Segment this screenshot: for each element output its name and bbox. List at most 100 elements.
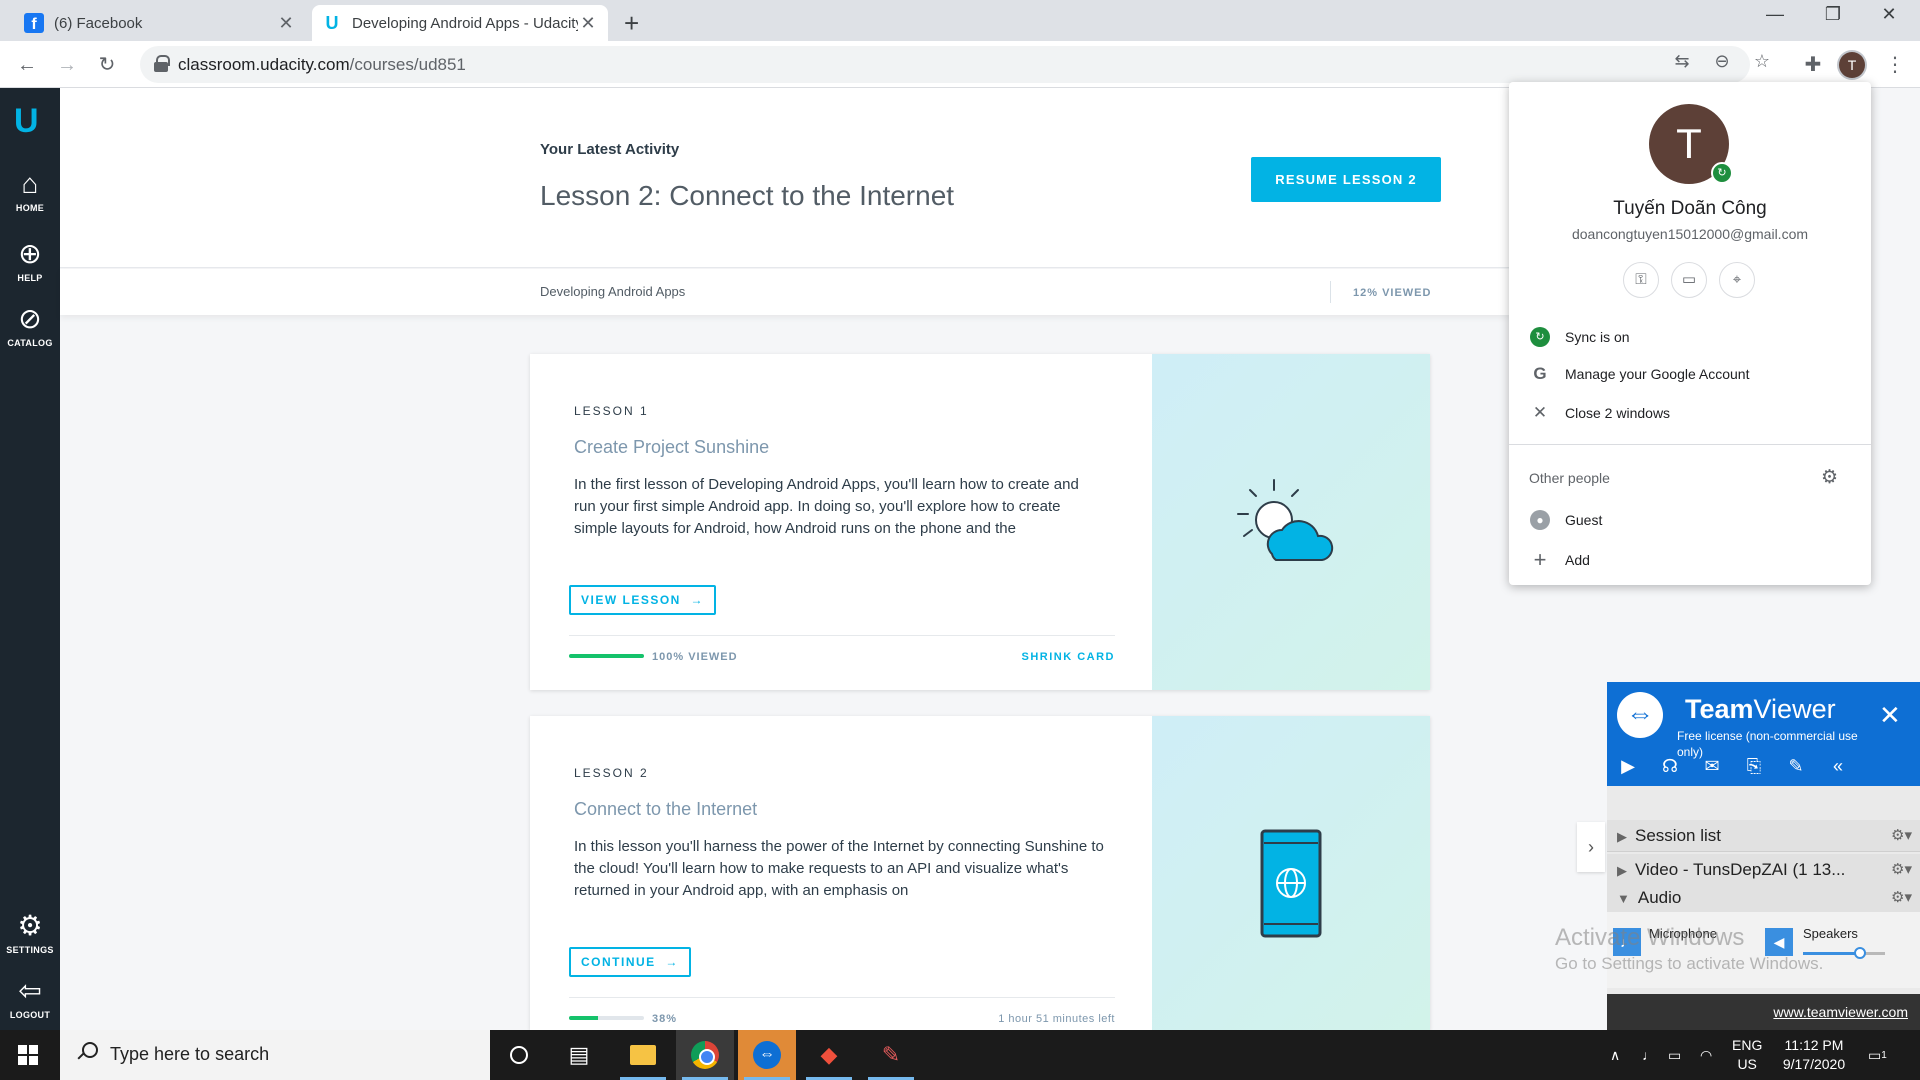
headset-icon[interactable]: ☊: [1659, 756, 1681, 777]
video-camera-icon[interactable]: ▶: [1617, 756, 1639, 777]
windows-start-icon[interactable]: [18, 1045, 38, 1065]
guest-profile-item[interactable]: ● Guest: [1529, 509, 1602, 531]
teamviewer-taskbar-icon[interactable]: ⇔: [738, 1030, 796, 1080]
url-text[interactable]: classroom.udacity.com/courses/ud851: [178, 55, 466, 75]
time-left-text: 1 hour 51 minutes left: [998, 1013, 1115, 1025]
browser-toolbar: ← → ↻ classroom.udacity.com/courses/ud85…: [0, 41, 1920, 88]
notification-count: 1: [1881, 1049, 1887, 1061]
expand-triangle-icon: ▶: [1617, 829, 1627, 844]
clock-time: 11:12 PM: [1784, 1037, 1844, 1053]
bookmark-star-icon[interactable]: ☆: [1748, 51, 1776, 72]
slider-knob[interactable]: [1854, 947, 1867, 959]
translate-icon[interactable]: ⇆: [1668, 51, 1696, 72]
back-icon[interactable]: ←: [12, 50, 42, 80]
lesson-number: LESSON 1: [574, 404, 649, 418]
close-windows-item[interactable]: ✕ Close 2 windows: [1529, 402, 1670, 424]
extensions-puzzle-icon[interactable]: ✚: [1798, 50, 1828, 80]
session-list-row[interactable]: ▶ Session list ⚙▾: [1607, 820, 1920, 852]
lesson-number: LESSON 2: [574, 766, 649, 780]
show-hidden-icons[interactable]: ∧: [1610, 1030, 1620, 1080]
nav-label: HOME: [15, 203, 45, 213]
maximize-icon[interactable]: ❐: [1810, 4, 1856, 25]
course-bar: Developing Android Apps 12% VIEWED: [60, 269, 1510, 315]
close-tab-icon[interactable]: ✕: [578, 13, 598, 34]
task-view-icon[interactable]: ▤: [550, 1030, 608, 1080]
chat-icon[interactable]: ✉: [1701, 756, 1723, 777]
udacity-left-nav: U ⌂ HOME ⊕ HELP ⊘ CATALOG ⚙ SETTINGS ⇦ L…: [0, 88, 60, 1030]
forward-icon[interactable]: →: [52, 50, 82, 80]
udacity-icon: U: [325, 12, 339, 33]
sync-status-item[interactable]: ↻ Sync is on: [1529, 326, 1630, 348]
lesson-illustration: [1152, 716, 1430, 1030]
input-language-indicator[interactable]: ENG US: [1732, 1036, 1762, 1074]
chrome-icon[interactable]: [676, 1030, 734, 1080]
microphone-tray-icon[interactable]: ♩: [1642, 1030, 1656, 1080]
continue-button[interactable]: CONTINUE →: [569, 947, 691, 977]
shrink-card-link[interactable]: SHRINK CARD: [1022, 651, 1116, 663]
teamviewer-header: TeamViewer Free license (non-commercial …: [1607, 682, 1920, 786]
close-icon[interactable]: ✕: [1879, 700, 1901, 731]
profile-avatar-button[interactable]: T: [1839, 52, 1865, 78]
nav-catalog[interactable]: ⊘ CATALOG: [0, 303, 60, 348]
notifications-icon[interactable]: ▭ 1: [1868, 1030, 1887, 1080]
row-label: Video - TunsDepZAI (1 13...: [1635, 860, 1846, 879]
close-window-icon[interactable]: ✕: [1866, 4, 1912, 25]
resume-lesson-button[interactable]: RESUME LESSON 2: [1251, 157, 1441, 202]
language-code: ENG: [1732, 1037, 1763, 1053]
lesson-title[interactable]: Connect to the Internet: [574, 799, 757, 820]
passwords-key-icon[interactable]: ⚿: [1623, 262, 1659, 298]
more-menu-icon[interactable]: ⋮: [1880, 50, 1910, 80]
lesson-title[interactable]: Create Project Sunshine: [574, 437, 769, 458]
minimize-icon[interactable]: —: [1752, 4, 1798, 25]
view-lesson-button[interactable]: VIEW LESSON →: [569, 585, 717, 615]
files-icon[interactable]: ⎘: [1743, 756, 1765, 777]
audio-row[interactable]: ▼ Audio ⚙▾: [1607, 882, 1920, 914]
nav-label: LOGOUT: [9, 1010, 51, 1020]
new-tab-button[interactable]: +: [624, 8, 639, 39]
collapse-icon[interactable]: «: [1827, 756, 1849, 777]
phone-globe-icon: [1260, 829, 1322, 938]
close-tab-icon[interactable]: ✕: [276, 13, 296, 34]
lesson-progress-bar: [569, 654, 644, 658]
manage-people-gear-icon[interactable]: ⚙: [1821, 466, 1838, 489]
nav-logout[interactable]: ⇦ LOGOUT: [0, 975, 60, 1020]
paint-app-icon[interactable]: ✎: [862, 1030, 920, 1080]
address-bar[interactable]: classroom.udacity.com/courses/ud851 ⇆ ⊖ …: [140, 46, 1770, 83]
gear-icon[interactable]: ⚙▾: [1891, 820, 1912, 851]
progress-fill: [569, 1016, 598, 1020]
teamviewer-expand-arrow[interactable]: ›: [1577, 822, 1605, 872]
taskbar-search-box[interactable]: Type here to search: [60, 1030, 490, 1080]
battery-icon[interactable]: ▭: [1668, 1030, 1681, 1080]
divider: [569, 635, 1115, 636]
taskbar-clock[interactable]: 11:12 PM 9/17/2020: [1776, 1036, 1852, 1074]
udacity-logo[interactable]: U: [14, 102, 39, 141]
wifi-icon[interactable]: ◠: [1700, 1030, 1712, 1080]
payment-card-icon[interactable]: ▭: [1671, 262, 1707, 298]
menu-label: Manage your Google Account: [1565, 366, 1750, 382]
google-g-icon: G: [1533, 364, 1547, 383]
tab-udacity[interactable]: U Developing Android Apps - Udacity ✕: [312, 5, 608, 41]
git-tool-icon[interactable]: ◆: [800, 1030, 858, 1080]
nav-home[interactable]: ⌂ HOME: [0, 168, 60, 213]
zoom-icon[interactable]: ⊖: [1708, 51, 1736, 72]
tools-icon[interactable]: ✎: [1785, 756, 1807, 777]
add-profile-item[interactable]: + Add: [1529, 547, 1590, 572]
course-viewed-percent: 12% VIEWED: [1353, 287, 1432, 299]
reload-icon[interactable]: ↻: [92, 50, 122, 80]
lock-icon[interactable]: [154, 55, 170, 72]
manage-google-account-item[interactable]: G Manage your Google Account: [1529, 363, 1749, 385]
cortana-circle-icon[interactable]: [490, 1030, 548, 1080]
file-explorer-icon[interactable]: [614, 1030, 672, 1080]
tab-facebook[interactable]: f (6) Facebook ✕: [14, 5, 306, 41]
gear-icon[interactable]: ⚙▾: [1891, 882, 1912, 913]
addresses-pin-icon[interactable]: ⌖: [1719, 262, 1755, 298]
language-region: US: [1737, 1056, 1757, 1072]
nav-help[interactable]: ⊕ HELP: [0, 238, 60, 283]
lesson-card: LESSON 2 Connect to the Internet In this…: [530, 716, 1430, 1030]
search-placeholder: Type here to search: [110, 1044, 270, 1064]
expand-triangle-icon: ▶: [1617, 863, 1627, 878]
plus-icon: +: [1533, 547, 1547, 572]
teamviewer-website-link[interactable]: www.teamviewer.com: [1607, 994, 1920, 1030]
clock-date: 9/17/2020: [1782, 1056, 1846, 1072]
nav-settings[interactable]: ⚙ SETTINGS: [0, 910, 60, 955]
